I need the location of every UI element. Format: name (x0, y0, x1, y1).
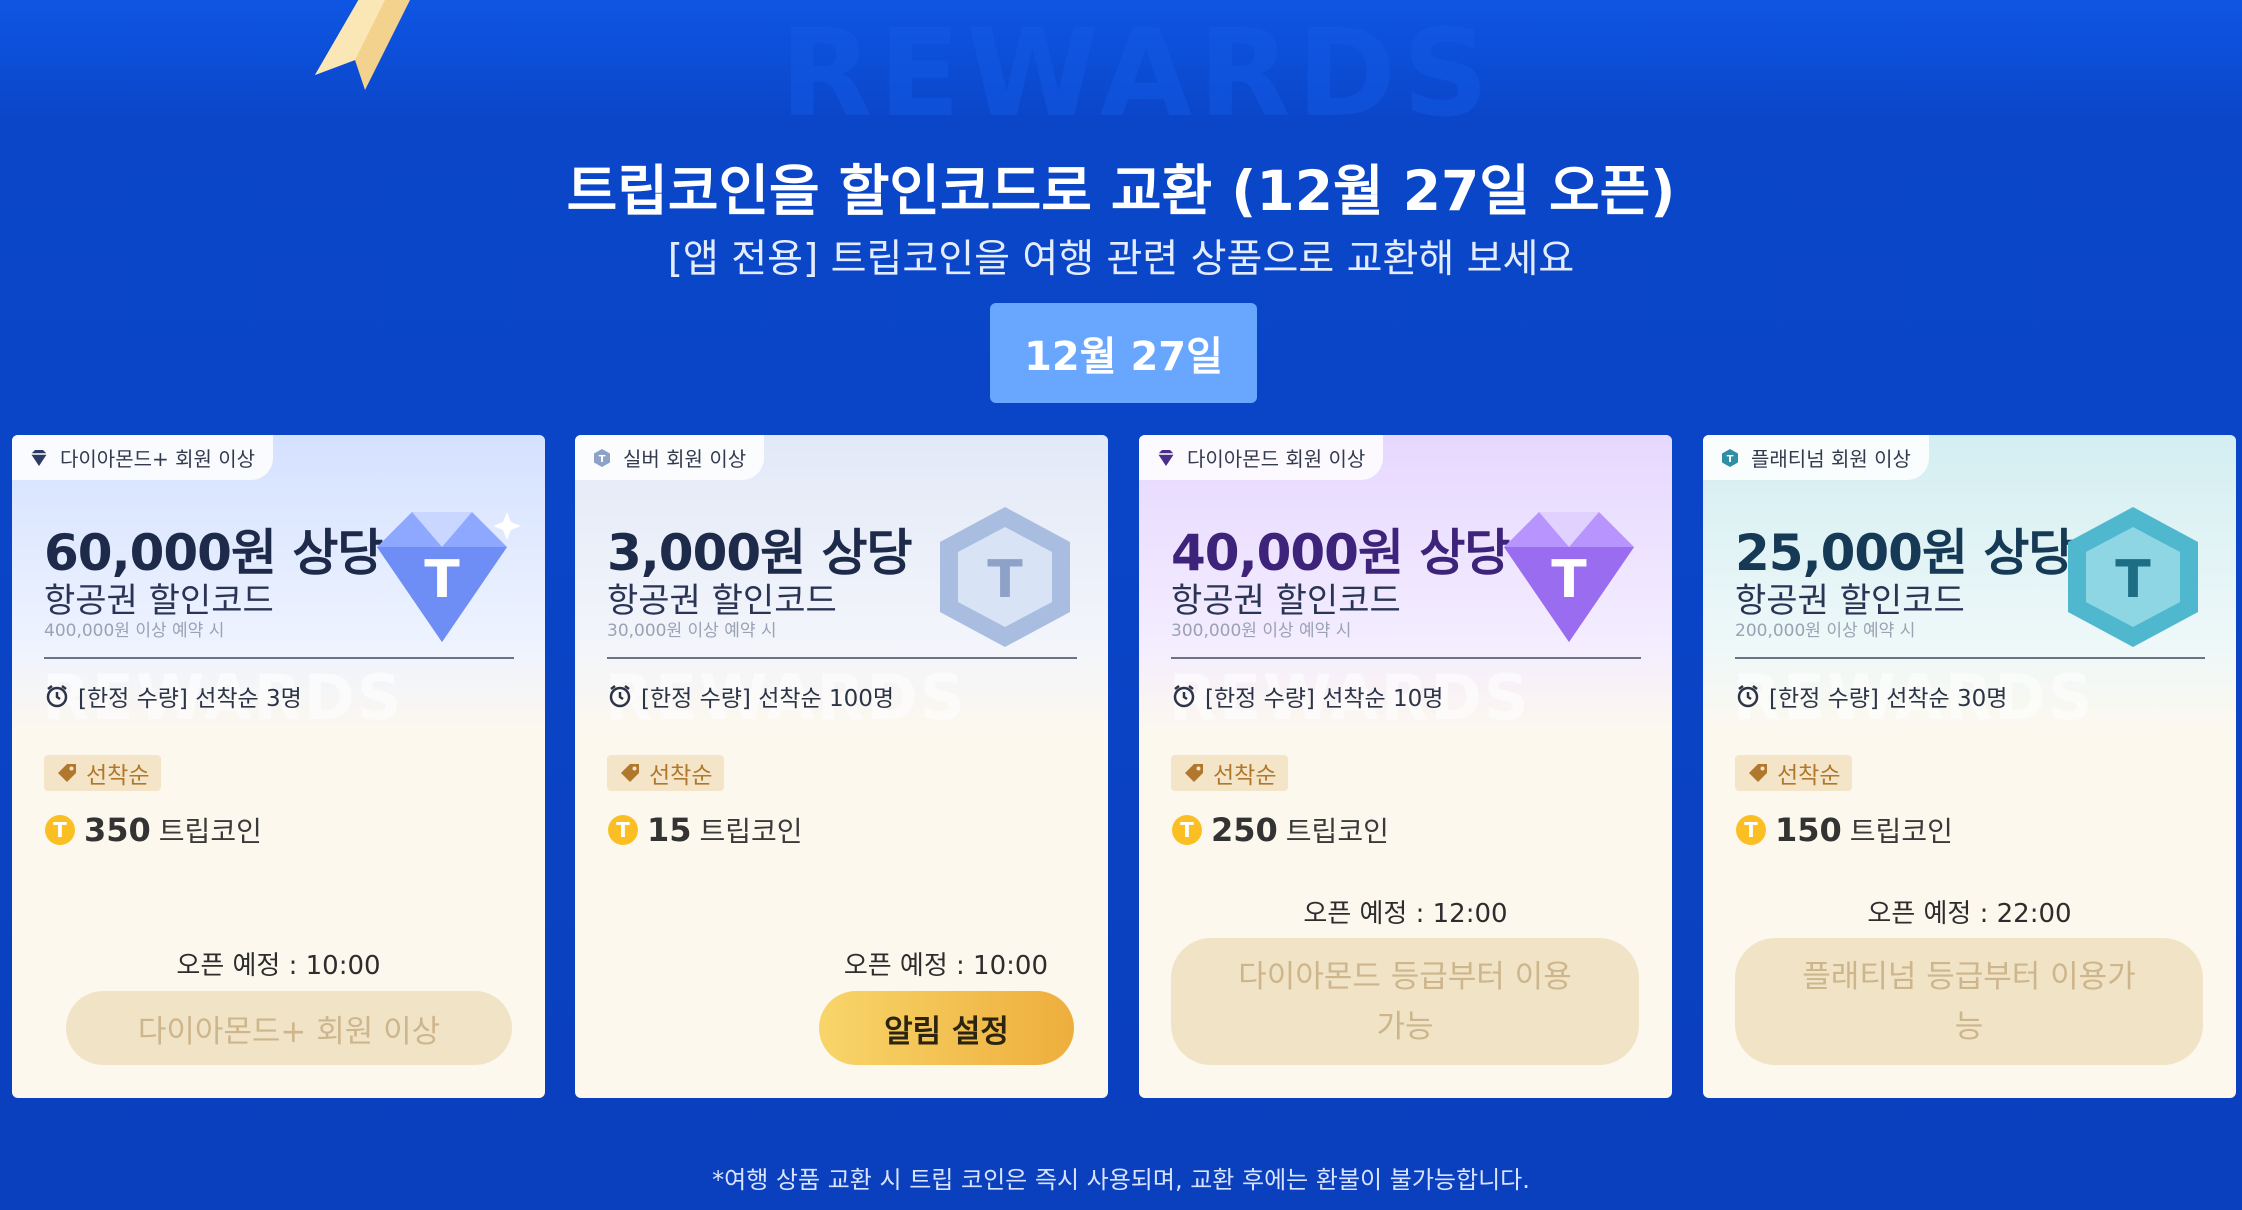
coin-price: T 250 트립코인 (1171, 810, 1389, 850)
rewards-watermark: REWARDS (780, 5, 1495, 144)
alarm-clock-icon (609, 685, 631, 708)
divider (44, 657, 514, 659)
alarm-clock-icon (46, 685, 68, 708)
price-value: 350 (84, 811, 151, 849)
svg-text:T: T (1727, 454, 1734, 465)
svg-text:T: T (2115, 550, 2151, 610)
date-tab[interactable]: 12월 27일 (990, 303, 1257, 403)
coin-price: T 15 트립코인 (607, 810, 803, 850)
svg-text:T: T (424, 550, 460, 610)
page-title: 트립코인을 할인코드로 교환 (12월 27일 오픈) (566, 159, 1676, 223)
reward-card: 다이아몬드+ 회원 이상 60,000원 상당 항공권 할인코드 400,000… (12, 435, 545, 1098)
product-name: 항공권 할인코드 (1735, 581, 1965, 621)
diamond-icon (31, 449, 47, 466)
trip-coin-icon: T (1172, 815, 1202, 845)
limited-quantity: [한정 수량] 선착순 10명 (1171, 679, 1443, 713)
tier-tag: 다이아몬드 회원 이상 (1139, 435, 1384, 480)
price-unit: 트립코인 (1285, 815, 1389, 848)
price-value: 250 (1211, 811, 1278, 849)
svg-text:T: T (1744, 818, 1758, 842)
svg-text:T: T (987, 550, 1023, 610)
trip-coin-icon: T (1736, 815, 1766, 845)
alarm-clock-icon (1737, 685, 1759, 708)
tier-label: 실버 회원 이상 (623, 447, 747, 471)
product-name: 항공권 할인코드 (1171, 581, 1401, 621)
trip-coin-icon: T (45, 815, 75, 845)
divider (1735, 657, 2205, 659)
first-come-badge: 선착순 (44, 755, 162, 791)
booking-condition: 400,000원 이상 예약 시 (44, 621, 225, 641)
first-come-badge: 선착순 (1171, 755, 1289, 791)
product-name: 항공권 할인코드 (607, 581, 837, 621)
open-time: 오픈 예정 : 12:00 (1303, 899, 1508, 929)
first-come-badge: 선착순 (1735, 755, 1853, 791)
coin-price: T 350 트립코인 (44, 810, 262, 850)
diamond-gem-icon: T (1504, 512, 1634, 642)
trip-coin-icon: T (608, 815, 638, 845)
badge-label: 선착순 (1213, 763, 1277, 789)
tier-tag: T 실버 회원 이상 (575, 435, 765, 480)
price-value: 15 (647, 811, 692, 849)
page-subtitle: [앱 전용] 트립코인을 여행 관련 상품으로 교환해 보세요 (667, 237, 1575, 282)
booking-condition: 200,000원 이상 예약 시 (1735, 621, 1916, 641)
refund-notice: *여행 상품 교환 시 트립 코인은 즉시 사용되며, 교환 후에는 환불이 불… (712, 1166, 1530, 1194)
divider (1171, 657, 1641, 659)
limit-text: [한정 수량] 선착순 100명 (641, 686, 895, 712)
open-time: 오픈 예정 : 10:00 (176, 951, 381, 981)
limit-text: [한정 수량] 선착순 30명 (1769, 686, 2008, 712)
tag-icon (1185, 764, 1203, 782)
limit-text: [한정 수량] 선착순 3명 (78, 686, 302, 712)
booking-condition: 300,000원 이상 예약 시 (1171, 621, 1352, 641)
svg-text:T: T (599, 454, 606, 465)
price-unit: 트립코인 (1849, 815, 1953, 848)
tier-tag: 다이아몬드+ 회원 이상 (12, 435, 274, 480)
svg-text:T: T (616, 818, 630, 842)
price-unit: 트립코인 (158, 815, 262, 848)
svg-text:T: T (1180, 818, 1194, 842)
hexagon-icon: T (594, 448, 610, 467)
tier-label: 다이아몬드 회원 이상 (1187, 447, 1366, 471)
svg-text:T: T (1551, 550, 1587, 610)
svg-text:T: T (53, 818, 67, 842)
booking-condition: 30,000원 이상 예약 시 (607, 621, 777, 641)
badge-label: 선착순 (1777, 763, 1841, 789)
divider (607, 657, 1077, 659)
limited-quantity: [한정 수량] 선착순 3명 (44, 679, 302, 713)
tag-icon (1749, 764, 1767, 782)
product-name: 항공권 할인코드 (44, 581, 274, 621)
platinum-hexagon-icon: T (2068, 507, 2198, 647)
tag-icon (621, 764, 639, 782)
tier-label: 다이아몬드+ 회원 이상 (60, 447, 256, 471)
exchange-button[interactable]: 다이아몬드+ 회원 이상 (66, 991, 512, 1065)
badge-label: 선착순 (86, 763, 150, 789)
alarm-clock-icon (1173, 685, 1195, 708)
tier-label: 플래티넘 회원 이상 (1751, 447, 1911, 471)
limit-text: [한정 수량] 선착순 10명 (1205, 686, 1444, 712)
notify-button[interactable]: 알림 설정 (819, 991, 1074, 1065)
open-time: 오픈 예정 : 22:00 (1867, 899, 2072, 929)
exchange-button[interactable]: 플래티넘 등급부터 이용가능 (1735, 938, 2203, 1065)
diamond-icon (1158, 449, 1174, 466)
limited-quantity: [한정 수량] 선착순 100명 (607, 679, 894, 713)
diamond-gem-icon: T (377, 512, 521, 642)
first-come-badge: 선착순 (607, 755, 725, 791)
reward-card: T 실버 회원 이상 3,000원 상당 항공권 할인코드 30,000원 이상… (575, 435, 1108, 1098)
exchange-button[interactable]: 다이아몬드 등급부터 이용가능 (1171, 938, 1639, 1065)
coin-price: T 150 트립코인 (1735, 810, 1953, 850)
ribbon-icon (315, 0, 410, 90)
silver-hexagon-icon: T (940, 507, 1070, 647)
limited-quantity: [한정 수량] 선착순 30명 (1735, 679, 2007, 713)
price-unit: 트립코인 (699, 815, 803, 848)
tier-tag: T 플래티넘 회원 이상 (1703, 435, 1929, 480)
hexagon-icon: T (1722, 448, 1738, 467)
badge-label: 선착순 (649, 763, 713, 789)
price-value: 150 (1775, 811, 1842, 849)
tag-icon (58, 764, 76, 782)
reward-card: T 플래티넘 회원 이상 25,000원 상당 항공권 할인코드 200,000… (1703, 435, 2236, 1098)
reward-card: 다이아몬드 회원 이상 40,000원 상당 항공권 할인코드 300,000원… (1139, 435, 1672, 1098)
open-time: 오픈 예정 : 10:00 (843, 951, 1048, 981)
